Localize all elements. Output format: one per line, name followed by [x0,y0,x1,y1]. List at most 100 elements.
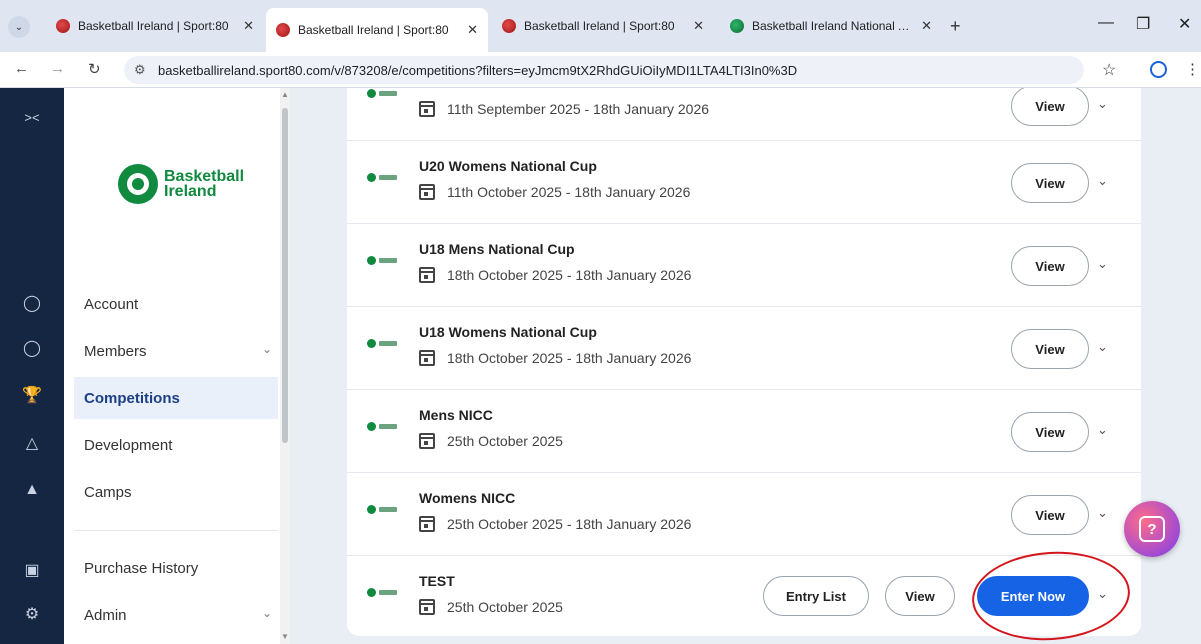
minimize-icon[interactable]: — [1098,14,1114,32]
view-button[interactable]: View [1011,329,1089,369]
purchase-history-icon[interactable]: ▣ [0,560,64,580]
site-info-icon[interactable]: ⚙ [134,62,146,78]
browser-tab[interactable]: Basketball Ireland | Sport:80 ✕ [492,8,714,44]
browser-tab[interactable]: Basketball Ireland National Are ✕ [720,8,942,44]
chevron-down-icon[interactable]: ⌄ [1097,505,1108,521]
new-tab-button[interactable]: + [950,16,961,37]
view-button[interactable]: View [1011,495,1089,535]
competition-logo [367,172,407,182]
competition-name[interactable]: U18 Mens National Cup [419,241,575,257]
competition-name[interactable]: U20 Womens National Cup [419,158,597,174]
scroll-down-arrow-icon[interactable]: ▼ [281,632,289,641]
competition-date: 18th October 2025 - 18th January 2026 [447,267,692,283]
view-button[interactable]: View [1011,163,1089,203]
tab-title: Basketball Ireland | Sport:80 [298,23,449,37]
logo-line-1: Basketball [164,168,245,185]
basketball-icon [276,23,290,37]
close-icon[interactable]: ✕ [467,22,478,38]
camps-icon[interactable]: ▲ [0,481,64,499]
entry-list-button[interactable]: Entry List [763,576,869,616]
chevron-down-icon[interactable]: ⌄ [1097,256,1108,272]
icon-rail: >< ◯ ◯ 🏆 △ ▲ ▣ ⚙ [0,88,64,644]
competition-logo [367,504,407,514]
sidebar-item-account[interactable]: Account [74,283,278,325]
competition-name[interactable]: Mens NICC [419,407,493,423]
development-icon[interactable]: △ [0,433,64,453]
help-chat-button[interactable]: ? [1124,501,1180,557]
scrollbar-thumb[interactable] [282,108,288,443]
basketball-ireland-logo-icon [118,164,158,204]
expand-sidebar-icon[interactable]: >< [0,110,64,125]
reload-icon[interactable]: ↻ [88,60,101,78]
close-icon[interactable]: ✕ [921,18,932,34]
sidebar-item-camps[interactable]: Camps [74,471,278,513]
sidebar-item-competitions[interactable]: Competitions [74,377,278,419]
basketball-icon [502,19,516,33]
chevron-down-icon[interactable]: ⌄ [1097,96,1108,112]
forward-arrow-icon[interactable]: → [50,60,65,77]
calendar-icon [419,516,435,532]
calendar-icon [419,350,435,366]
competition-name[interactable]: U18 Womens National Cup [419,324,597,340]
sidebar-item-admin[interactable]: Admin ⌄ [74,594,278,636]
competition-date: 25th October 2025 - 18th January 2026 [447,516,692,532]
close-window-icon[interactable]: ✕ [1178,14,1191,34]
view-button[interactable]: View [1011,412,1089,452]
tab-title: Basketball Ireland | Sport:80 [524,19,675,33]
account-icon[interactable]: ◯ [0,293,64,313]
competition-date: 25th October 2025 [447,433,563,449]
competition-name[interactable]: TEST [419,573,455,589]
scroll-up-arrow-icon[interactable]: ▲ [281,90,289,99]
bookmark-star-icon[interactable]: ☆ [1102,60,1116,80]
browser-tab[interactable]: Basketball Ireland | Sport:80 ✕ [46,8,264,44]
view-button[interactable]: View [1011,246,1089,286]
chevron-down-icon: ⌄ [14,21,24,33]
help-question-icon: ? [1139,516,1165,542]
browser-menu-icon[interactable]: ⋮ [1185,60,1200,78]
logo-line-2: Ireland [164,183,217,200]
calendar-icon [419,101,435,117]
competitions-list: 11th September 2025 - 18th January 2026 … [347,88,1141,636]
address-bar-row: ← → ↻ ⚙ basketballireland.sport80.com/v/… [0,52,1201,88]
chevron-down-icon[interactable]: ⌄ [1097,422,1108,438]
back-arrow-icon[interactable]: ← [14,60,29,77]
chevron-down-icon[interactable]: ⌄ [1097,339,1108,355]
admin-gear-icon[interactable]: ⚙ [0,604,64,624]
view-button[interactable]: View [885,576,955,616]
close-icon[interactable]: ✕ [243,18,254,34]
sidebar-item-label: Competitions [84,389,180,407]
sidebar-item-label: Members [84,342,147,360]
competition-name[interactable]: Womens NICC [419,490,515,506]
sidebar-item-members[interactable]: Members ⌄ [74,330,278,372]
browser-tab-active[interactable]: Basketball Ireland | Sport:80 ✕ [266,8,488,52]
tab-search-button[interactable]: ⌄ [8,16,30,38]
restore-icon[interactable]: ❐ [1136,14,1150,34]
calendar-icon [419,184,435,200]
sidebar-item-label: Admin [84,606,127,624]
trophy-icon[interactable]: 🏆 [0,385,64,405]
sidebar-item-development[interactable]: Development [74,424,278,466]
basketball-ireland-logo-icon [730,19,744,33]
url-field[interactable]: ⚙ basketballireland.sport80.com/v/873208… [124,56,1084,84]
competition-logo [367,338,407,348]
profile-avatar-icon[interactable] [1150,61,1167,78]
calendar-icon [419,599,435,615]
members-icon[interactable]: ◯ [0,338,64,358]
competition-row: U18 Mens National Cup 18th October 2025 … [347,223,1141,306]
chevron-down-icon[interactable]: ⌄ [1097,173,1108,189]
competition-row: U20 Womens National Cup 11th October 202… [347,140,1141,223]
sidebar: Basketball Ireland Account Members ⌄ Com… [64,88,290,644]
tab-title: Basketball Ireland | Sport:80 [78,19,229,33]
basketball-ireland-logo[interactable]: Basketball Ireland [118,164,244,204]
view-button[interactable]: View [1011,88,1089,126]
browser-tab-strip: ⌄ Basketball Ireland | Sport:80 ✕ Basket… [0,0,1201,52]
sidebar-item-label: Account [84,295,139,313]
competition-row: Womens NICC 25th October 2025 - 18th Jan… [347,472,1141,555]
sidebar-scrollbar[interactable]: ▲ ▼ [280,88,290,644]
competition-logo [367,421,407,431]
tab-title: Basketball Ireland National Are [752,19,914,33]
close-icon[interactable]: ✕ [693,18,704,34]
sidebar-item-purchase-history[interactable]: Purchase History [74,547,278,589]
calendar-icon [419,433,435,449]
sidebar-item-label: Camps [84,483,132,501]
